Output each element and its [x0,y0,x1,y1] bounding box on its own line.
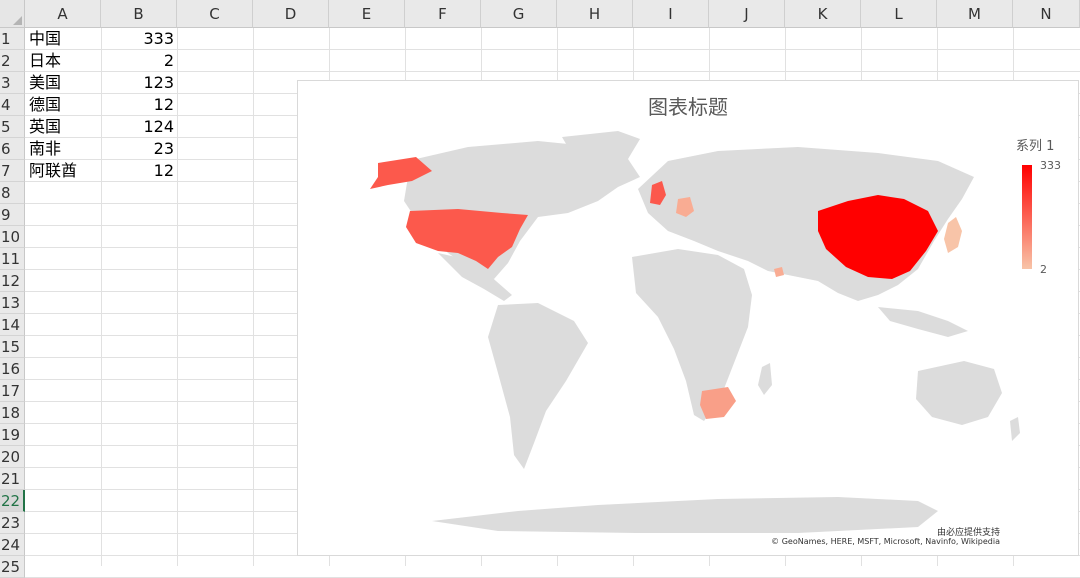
cell-country[interactable]: 南非 [26,138,100,160]
column-header-e[interactable]: E [329,0,405,28]
cell-country[interactable]: 德国 [26,94,100,116]
region-australia [916,361,1002,425]
row-header-22[interactable]: 22 [0,490,25,512]
cell-country[interactable]: 美国 [26,72,100,94]
row-header-21[interactable]: 21 [0,468,25,490]
row-header-16[interactable]: 16 [0,358,25,380]
legend-min-label: 2 [1040,263,1047,276]
row-header-4[interactable]: 4 [0,94,25,116]
world-map [370,131,1020,533]
cell-value[interactable]: 333 [101,28,177,50]
column-header-c[interactable]: C [177,0,253,28]
grid-column-line [253,28,254,566]
row-header-15[interactable]: 15 [0,336,25,358]
cell-value[interactable]: 2 [101,50,177,72]
row-header-9[interactable]: 9 [0,204,25,226]
column-header-l[interactable]: L [861,0,937,28]
grid-row-line [25,49,1080,50]
column-header-d[interactable]: D [253,0,329,28]
row-header-10[interactable]: 10 [0,226,25,248]
row-header-5[interactable]: 5 [0,116,25,138]
column-header-g[interactable]: G [481,0,557,28]
map-chart[interactable]: 图表标题 系列 1 333 2 由必应提供支持 © GeoNames, HERE… [297,80,1079,556]
cell-value[interactable]: 12 [101,160,177,182]
column-header-j[interactable]: J [709,0,785,28]
region-africa [632,249,752,421]
row-header-7[interactable]: 7 [0,160,25,182]
row-header-13[interactable]: 13 [0,292,25,314]
grid-row-line [25,71,1080,72]
cell-value[interactable]: 124 [101,116,177,138]
row-header-2[interactable]: 2 [0,50,25,72]
row-header-14[interactable]: 14 [0,314,25,336]
row-header-3[interactable]: 3 [0,72,25,94]
column-header-h[interactable]: H [557,0,633,28]
row-header-24[interactable]: 24 [0,534,25,556]
column-header-a[interactable]: A [25,0,101,28]
cell-value[interactable]: 123 [101,72,177,94]
map-copyright: © GeoNames, HERE, MSFT, Microsoft, Navin… [771,537,1000,546]
row-header-25[interactable]: 25 [0,556,25,578]
legend-max-label: 333 [1040,159,1061,172]
region-south-america [488,303,588,469]
row-header-18[interactable]: 18 [0,402,25,424]
region-southeast-asia [878,307,968,337]
spreadsheet: ABCDEFGHIJKLMN 1 2 3 4 5 6 7 8 9 10 11 12 13 14 15 16 17… [0,0,1080,578]
region-japan [944,217,962,253]
column-header-f[interactable]: F [405,0,481,28]
row-header-6[interactable]: 6 [0,138,25,160]
row-header-8[interactable]: 8 [0,182,25,204]
row-header-19[interactable]: 19 [0,424,25,446]
region-madagascar [758,363,772,395]
column-header-n[interactable]: N [1013,0,1080,28]
region-south-africa [700,387,736,419]
row-header-1[interactable]: 1 [0,28,25,50]
cell-country[interactable]: 英国 [26,116,100,138]
column-header-i[interactable]: I [633,0,709,28]
chart-title[interactable]: 图表标题 [298,91,1078,120]
cell-country[interactable]: 阿联酋 [26,160,100,182]
row-header-23[interactable]: 23 [0,512,25,534]
cell-value[interactable]: 12 [101,94,177,116]
column-header-k[interactable]: K [785,0,861,28]
row-header-20[interactable]: 20 [0,446,25,468]
select-all-corner[interactable] [0,0,25,28]
region-antarctica [432,497,938,533]
cell-country[interactable]: 日本 [26,50,100,72]
row-header-17[interactable]: 17 [0,380,25,402]
column-header-m[interactable]: M [937,0,1013,28]
row-header-12[interactable]: 12 [0,270,25,292]
legend-gradient-bar [1022,165,1032,269]
grid-column-line [177,28,178,566]
legend-title: 系列 1 [1016,139,1055,154]
cell-country[interactable]: 中国 [26,28,100,50]
row-header-11[interactable]: 11 [0,248,25,270]
column-header-b[interactable]: B [101,0,177,28]
cell-value[interactable]: 23 [101,138,177,160]
region-new-zealand [1010,417,1020,441]
